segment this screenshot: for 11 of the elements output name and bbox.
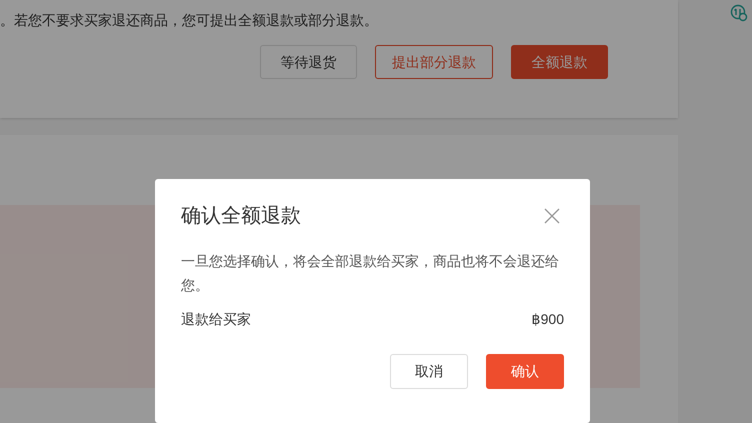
dialog-message: 一旦您选择确认，将会全部退款给买家，商品也将不会退还给您。 <box>181 252 560 295</box>
action-button[interactable]: 等待退货 <box>260 45 357 79</box>
action-button[interactable]: 提出部分退款 <box>375 45 493 79</box>
amount-label: 退款给买家 <box>181 310 251 329</box>
close-icon[interactable] <box>544 208 560 224</box>
notice-text: 。若您不要求买家退还商品，您可提出全额退款或部分退款。 <box>0 11 379 30</box>
dialog-button[interactable]: 取消 <box>390 354 468 389</box>
dialog-button[interactable]: 确认 <box>486 354 564 389</box>
action-button[interactable]: 全额退款 <box>511 45 608 79</box>
dialog-title: 确认全额退款 <box>181 204 301 229</box>
amount-value: ฿900 <box>532 310 564 329</box>
